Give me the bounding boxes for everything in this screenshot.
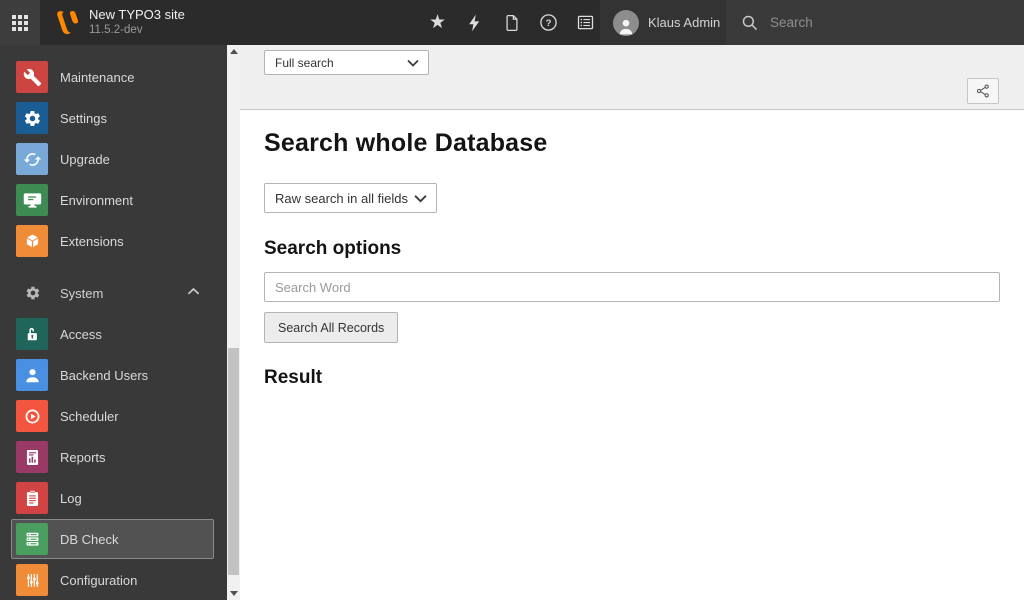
chevron-up-icon [187, 287, 200, 295]
apps-grid-icon [12, 14, 28, 31]
sidebar-item-reports[interactable]: Reports [0, 441, 227, 473]
sidebar-item-label: Upgrade [60, 151, 110, 167]
sidebar-item-label: Environment [60, 192, 133, 208]
share-icon [976, 84, 989, 98]
sidebar-item-settings[interactable]: Settings [0, 102, 227, 134]
toolbar-items: ★ ? [419, 0, 604, 45]
list-icon [577, 15, 594, 30]
sidebar-item-label: Backend Users [60, 367, 149, 383]
topbar: New TYPO3 site 11.5.2-dev ★ ? Klaus Admi… [0, 0, 1024, 45]
search-word-input[interactable] [264, 272, 1000, 302]
bookmarks-button[interactable]: ★ [419, 0, 456, 45]
sidebar-item-upgrade[interactable]: Upgrade [0, 143, 227, 175]
module-menu: Maintenance Settings Upgrade Environment [0, 45, 227, 600]
sidebar-item-db-check[interactable]: DB Check [11, 519, 214, 559]
sidebar-item-maintenance[interactable]: Maintenance [0, 61, 227, 93]
clipboard-icon [16, 482, 48, 514]
user-name: Klaus Admin [648, 15, 721, 30]
opendocs-button[interactable] [493, 0, 530, 45]
sidebar-item-access[interactable]: Access [0, 318, 227, 350]
unlock-icon [16, 318, 48, 350]
topbar-search [726, 0, 1024, 45]
search-mode-select[interactable]: Raw search in all fields [264, 183, 437, 213]
document-icon [505, 14, 518, 31]
avatar [613, 9, 639, 36]
search-input[interactable] [770, 15, 990, 30]
module-function-select-value: Full search [275, 55, 334, 70]
person-icon [619, 19, 633, 34]
help-icon: ? [540, 14, 557, 31]
share-button[interactable] [967, 78, 999, 104]
search-all-records-button[interactable]: Search All Records [264, 312, 399, 343]
systeminfo-button[interactable] [567, 0, 604, 45]
chevron-down-icon [407, 59, 419, 67]
refresh-icon [16, 143, 48, 175]
sidebar-item-backend-users[interactable]: Backend Users [0, 359, 227, 391]
gear-icon [16, 102, 48, 134]
svg-text:?: ? [546, 18, 552, 29]
sidebar-item-label: Log [60, 490, 82, 506]
wrench-icon [16, 61, 48, 93]
chevron-down-icon [414, 194, 427, 203]
docheader: Full search [240, 45, 1024, 110]
scroll-down-button[interactable] [227, 587, 240, 600]
sidebar-item-configuration[interactable]: Configuration [0, 564, 227, 596]
user-icon [16, 359, 48, 391]
scrollbar-thumb[interactable] [228, 348, 239, 575]
clear-cache-button[interactable] [456, 0, 493, 45]
sidebar-item-label: Access [60, 326, 102, 342]
monitor-icon [16, 184, 48, 216]
site-title: New TYPO3 site [89, 7, 185, 23]
cube-icon [16, 225, 48, 257]
typo3-backend: New TYPO3 site 11.5.2-dev ★ ? Klaus Admi… [0, 0, 1024, 600]
triangle-up-icon [229, 49, 238, 54]
search-mode-select-value: Raw search in all fields [275, 190, 408, 206]
typo3-version: 11.5.2-dev [89, 24, 143, 37]
sidebar-item-label: Scheduler [60, 408, 119, 424]
help-button[interactable]: ? [530, 0, 567, 45]
module-menu-toggle-button[interactable] [0, 0, 40, 45]
triangle-down-icon [229, 591, 238, 596]
module-body: Search whole Database Raw search in all … [240, 111, 1024, 600]
module-content: Full search Search whole Database Raw se… [240, 45, 1024, 600]
sidebar-section-label: System [60, 285, 104, 301]
search-icon [742, 15, 758, 30]
sidebar-scrollbar[interactable] [227, 45, 240, 600]
sidebar-item-scheduler[interactable]: Scheduler [0, 400, 227, 432]
sidebar-item-label: Maintenance [60, 69, 135, 85]
sliders-icon [16, 564, 48, 596]
result-heading: Result [264, 367, 323, 388]
sidebar-item-label: DB Check [60, 531, 119, 547]
report-chart-icon [16, 441, 48, 473]
database-icon [16, 523, 48, 555]
sidebar-item-environment[interactable]: Environment [0, 184, 227, 216]
scroll-up-button[interactable] [227, 45, 240, 58]
user-menu-button[interactable]: Klaus Admin [600, 0, 726, 45]
sidebar-item-label: Settings [60, 110, 107, 126]
gear-outline-icon [26, 286, 40, 300]
bolt-icon [468, 14, 479, 31]
sidebar-item-label: Reports [60, 449, 106, 465]
page-title: Search whole Database [264, 129, 548, 157]
star-icon: ★ [428, 12, 447, 33]
sidebar-item-label: Configuration [60, 572, 138, 588]
search-options-heading: Search options [264, 238, 402, 259]
sidebar-item-label: Extensions [60, 233, 124, 249]
typo3-logo-icon [57, 10, 79, 35]
sidebar-section-system[interactable]: System [0, 284, 227, 302]
module-function-select[interactable]: Full search [264, 50, 429, 75]
typo3-brand[interactable]: New TYPO3 site 11.5.2-dev [52, 0, 185, 45]
play-circle-icon [16, 400, 48, 432]
sidebar-item-extensions[interactable]: Extensions [0, 225, 227, 257]
sidebar-item-log[interactable]: Log [0, 482, 227, 514]
